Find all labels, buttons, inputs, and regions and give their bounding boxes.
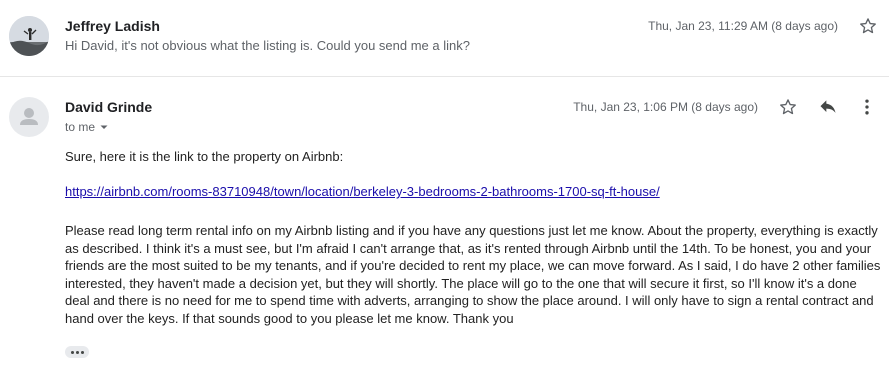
sender-name: David Grinde	[65, 99, 153, 115]
email-thread: Jeffrey Ladish Hi David, it's not obviou…	[0, 0, 889, 371]
recipient-label: to me	[65, 120, 96, 134]
ellipsis-icon	[70, 350, 74, 354]
message-body: Please read long term rental info on my …	[65, 223, 881, 326]
reply-icon	[820, 100, 836, 113]
sender-name: Jeffrey Ladish	[65, 18, 160, 34]
star-button[interactable]	[777, 96, 799, 118]
avatar	[9, 97, 49, 137]
message-greeting: Sure, here it is the link to the propert…	[65, 149, 344, 164]
message-date: Thu, Jan 23, 1:06 PM (8 days ago)	[573, 100, 758, 114]
more-vertical-icon	[865, 99, 869, 115]
show-trimmed-content-button[interactable]	[65, 346, 89, 358]
recipient-details-toggle[interactable]: to me	[65, 120, 109, 134]
chevron-down-icon	[100, 125, 108, 129]
message-date: Thu, Jan 23, 11:29 AM (8 days ago)	[648, 19, 838, 33]
more-options-button[interactable]	[856, 96, 878, 118]
star-icon	[780, 99, 796, 115]
avatar	[9, 16, 49, 56]
reply-button[interactable]	[817, 96, 839, 118]
message-collapsed[interactable]: Jeffrey Ladish Hi David, it's not obviou…	[0, 0, 889, 77]
star-button[interactable]	[857, 15, 879, 37]
listing-link[interactable]: https://airbnb.com/rooms-83710948/town/l…	[65, 184, 660, 199]
message-snippet: Hi David, it's not obvious what the list…	[65, 38, 470, 53]
star-icon	[860, 18, 876, 34]
